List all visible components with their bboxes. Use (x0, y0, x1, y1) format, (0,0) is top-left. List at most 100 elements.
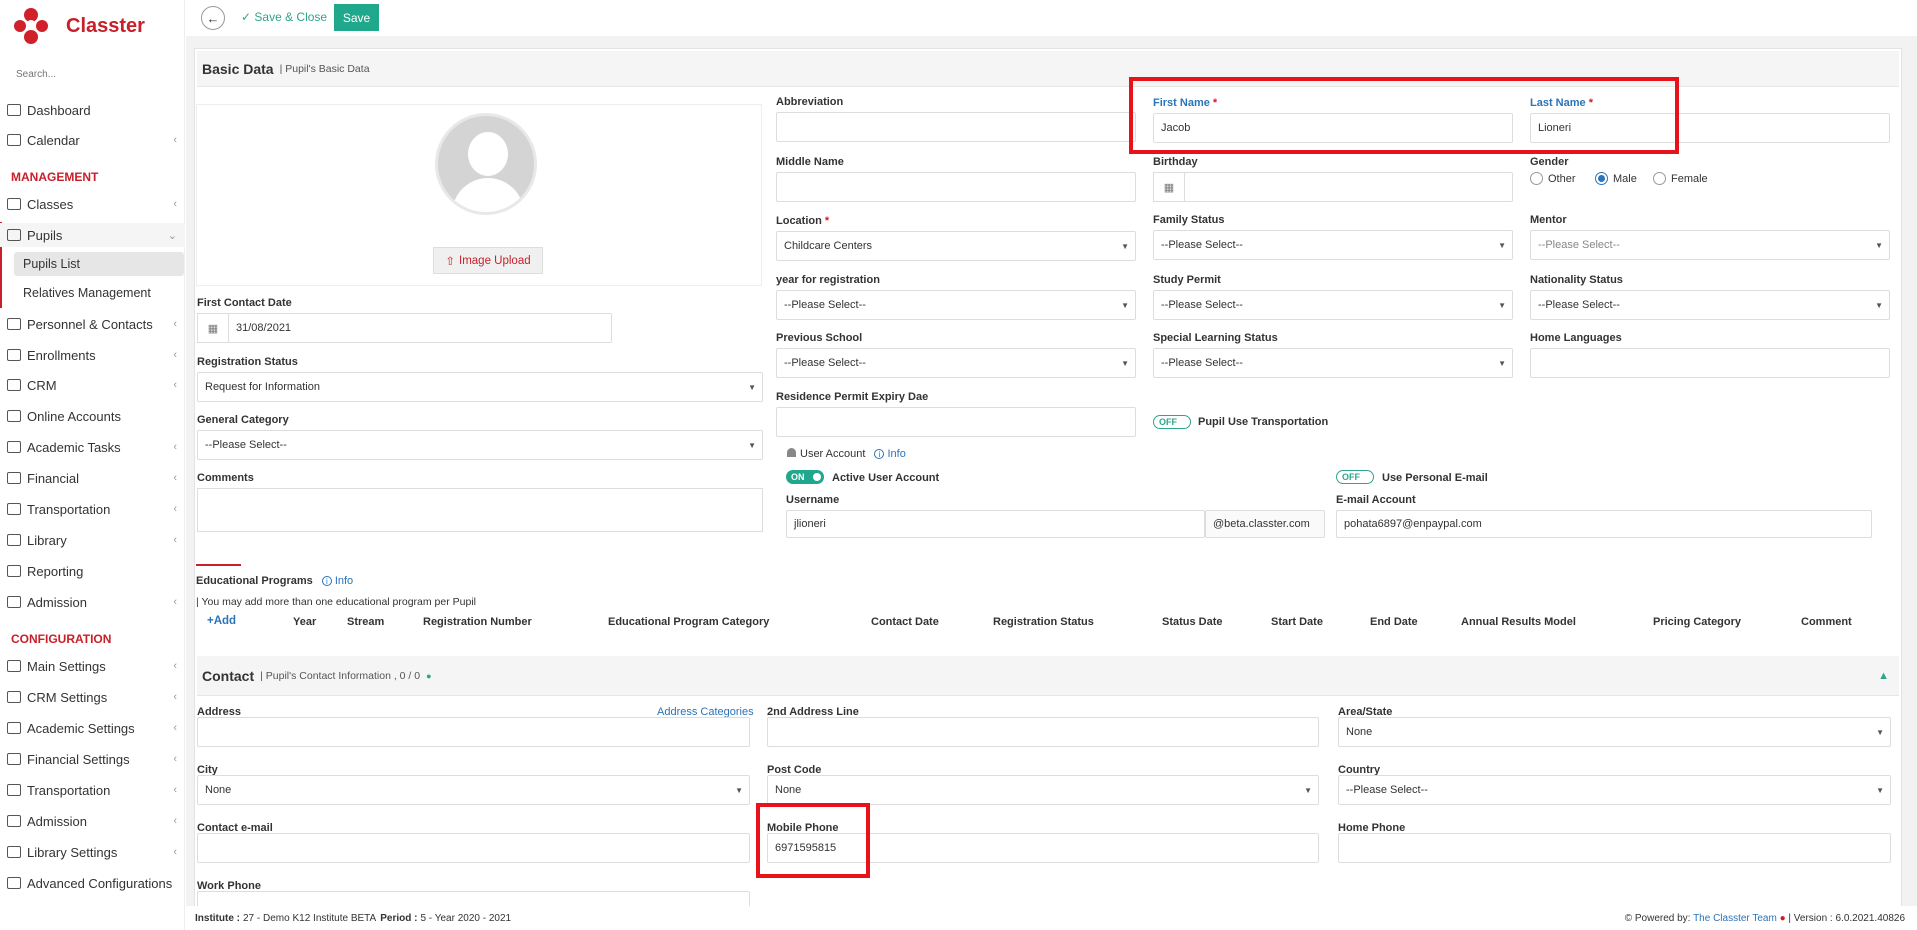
location-select[interactable]: Childcare Centers ▼ (776, 231, 1136, 261)
classes-icon (7, 198, 21, 210)
key-icon (7, 410, 21, 422)
sidebar-item-crm-settings[interactable]: CRM Settings ‹ (0, 685, 185, 709)
team-link[interactable]: The Classter Team (1693, 913, 1777, 924)
map-marker-icon[interactable]: ▲ (1878, 670, 1889, 682)
sidebar-search-input[interactable] (10, 62, 170, 86)
sidebar-item-main-settings[interactable]: Main Settings ‹ (0, 654, 185, 678)
sidebar-item-advanced[interactable]: Advanced Configurations (0, 871, 185, 895)
footer-right: © Powered by: The Classter Team ● | Vers… (1625, 913, 1905, 924)
contact-subtitle: | Pupil's Contact Information , 0 / 0 (260, 669, 421, 682)
address-input[interactable] (197, 717, 750, 747)
exchange-icon (7, 349, 21, 361)
sidebar-subitem-pupils-list[interactable]: Pupils List (14, 252, 184, 276)
image-upload-button[interactable]: ⇧ Image Upload (433, 247, 543, 274)
sidebar-item-enrollments[interactable]: Enrollments ‹ (0, 343, 185, 367)
sidebar-item-dashboard[interactable]: Dashboard (0, 98, 185, 122)
edu-info-link[interactable]: i Info (321, 575, 353, 587)
sidebar-subitem-relatives[interactable]: Relatives Management (14, 281, 184, 305)
post-select[interactable]: None ▼ (767, 775, 1319, 805)
sidebar-item-transportation[interactable]: Transportation ‹ (0, 497, 185, 521)
sidebar-item-online-accounts[interactable]: Online Accounts (0, 404, 185, 428)
personal-email-toggle[interactable]: OFF (1336, 470, 1374, 484)
sidebar-item-admission[interactable]: Admission ‹ (0, 590, 185, 614)
username-label: Username (786, 494, 840, 506)
sidebar-item-classes[interactable]: Classes ‹ (0, 192, 185, 216)
save-button[interactable]: Save (334, 4, 379, 31)
user-lock-icon (787, 448, 796, 457)
version-text: | Version : 6.0.2021.40826 (1788, 912, 1905, 924)
home-phone-input[interactable] (1338, 833, 1891, 863)
email-account-input[interactable]: pohata6897@enpaypal.com (1336, 510, 1872, 538)
sidebar-item-pupils[interactable]: Pupils ⌄ (0, 223, 185, 247)
first-name-input[interactable]: Jacob (1153, 113, 1513, 143)
add-label: Add (213, 615, 237, 627)
birthday-calendar-button[interactable]: ▦ (1153, 172, 1185, 202)
back-button[interactable]: ← (201, 6, 225, 30)
birthday-input[interactable] (1184, 172, 1513, 202)
sidebar-item-reporting[interactable]: Reporting (0, 559, 185, 583)
gen-cat-select[interactable]: --Please Select-- ▼ (197, 430, 763, 460)
sidebar-item-calendar[interactable]: Calendar ‹ (0, 128, 185, 152)
special-select[interactable]: --Please Select-- ▼ (1153, 348, 1513, 378)
location-label: Location * (776, 215, 829, 227)
edu-programs-title: Educational Programs i Info (196, 575, 353, 587)
sidebar-item-library[interactable]: Library ‹ (0, 528, 185, 552)
addr2-input[interactable] (767, 717, 1319, 747)
save-close-button[interactable]: ✓ Save & Close (241, 10, 327, 24)
last-name-input[interactable]: Lioneri (1530, 113, 1890, 143)
sidebar-item-financial[interactable]: Financial ‹ (0, 466, 185, 490)
reg-status-value: Request for Information (205, 381, 320, 393)
gender-other-radio[interactable] (1530, 172, 1543, 185)
add-edu-program-button[interactable]: +Add (207, 615, 236, 627)
powered-label: Powered by: (1634, 912, 1691, 924)
sidebar-item-label: Financial Settings (27, 751, 130, 767)
gender-male-radio[interactable] (1595, 172, 1608, 185)
sidebar-item-transportation-settings[interactable]: Transportation ‹ (0, 778, 185, 802)
active-account-toggle[interactable]: ON (786, 470, 824, 484)
transport-toggle[interactable]: OFF (1153, 415, 1191, 429)
comments-textarea[interactable] (197, 488, 763, 532)
family-status-select[interactable]: --Please Select-- ▼ (1153, 230, 1513, 260)
year-reg-select[interactable]: --Please Select-- ▼ (776, 290, 1136, 320)
sidebar-item-admission-settings[interactable]: Admission ‹ (0, 809, 185, 833)
classter-logo[interactable]: Classter (14, 8, 145, 44)
home-lang-label: Home Languages (1530, 332, 1622, 344)
institute-value: 27 - Demo K12 Institute BETA (243, 912, 377, 924)
sidebar-item-personnel[interactable]: Personnel & Contacts ‹ (0, 312, 185, 336)
last-name-label: Last Name * (1530, 97, 1593, 109)
caret-down-icon: ▼ (748, 382, 756, 392)
study-permit-select[interactable]: --Please Select-- ▼ (1153, 290, 1513, 320)
sidebar-item-academic-tasks[interactable]: Academic Tasks ‹ (0, 435, 185, 459)
country-select[interactable]: --Please Select-- ▼ (1338, 775, 1891, 805)
nationality-select[interactable]: --Please Select-- ▼ (1530, 290, 1890, 320)
special-value: --Please Select-- (1161, 357, 1243, 369)
form-panel: Basic Data | Pupil's Basic Data ⇧ Image U… (194, 48, 1902, 918)
area-select[interactable]: None ▼ (1338, 717, 1891, 747)
residence-input[interactable] (776, 407, 1136, 437)
sidebar-item-academic-settings[interactable]: Academic Settings ‹ (0, 716, 185, 740)
sidebar-item-crm[interactable]: CRM ‹ (0, 373, 185, 397)
sidebar-item-financial-settings[interactable]: Financial Settings ‹ (0, 747, 185, 771)
mentor-select[interactable]: --Please Select-- ▼ (1530, 230, 1890, 260)
first-contact-input[interactable]: 31/08/2021 (228, 313, 612, 343)
abbreviation-input[interactable] (776, 112, 1136, 142)
username-input[interactable]: jlioneri (786, 510, 1205, 538)
city-select[interactable]: None ▼ (197, 775, 750, 805)
user-account-info-link[interactable]: i Info (874, 448, 906, 460)
crm-settings-icon (7, 691, 21, 703)
first-contact-calendar-button[interactable]: ▦ (197, 313, 229, 343)
personal-toggle-text: OFF (1342, 472, 1360, 482)
basic-data-header: Basic Data | Pupil's Basic Data (197, 51, 1899, 87)
sidebar-item-library-settings[interactable]: Library Settings ‹ (0, 840, 185, 864)
contact-email-input[interactable] (197, 833, 750, 863)
middle-name-input[interactable] (776, 172, 1136, 202)
mobile-input[interactable]: 6971595815 (767, 833, 1319, 863)
sidebar-item-label: Personnel & Contacts (27, 316, 153, 332)
prev-school-select[interactable]: --Please Select-- ▼ (776, 348, 1136, 378)
active-toggle-text: ON (791, 472, 805, 482)
caret-down-icon: ▼ (1121, 358, 1129, 368)
home-lang-input[interactable] (1530, 348, 1890, 378)
bus-icon (7, 503, 21, 515)
gender-female-radio[interactable] (1653, 172, 1666, 185)
reg-status-select[interactable]: Request for Information ▼ (197, 372, 763, 402)
